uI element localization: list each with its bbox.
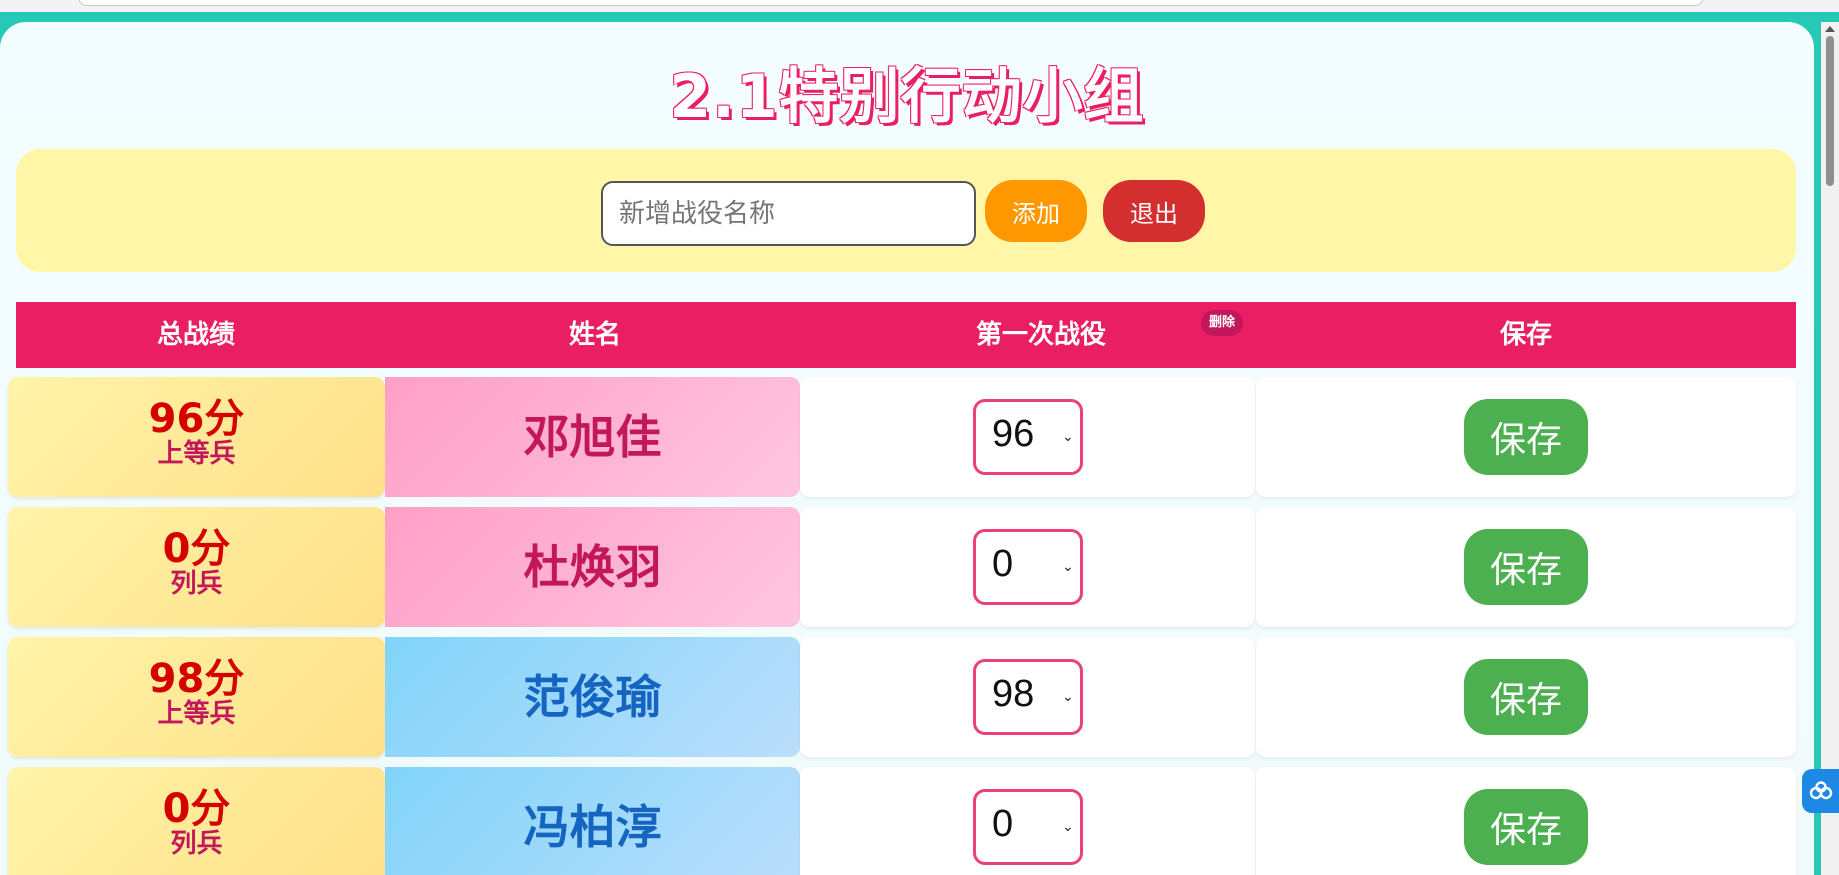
exit-button[interactable]: 退出 (1103, 180, 1205, 242)
save-cell: 保存 (1256, 637, 1796, 757)
chevron-down-icon: ⌄ (1062, 429, 1074, 445)
rank-label: 上等兵 (157, 699, 236, 729)
save-button[interactable]: 保存 (1464, 399, 1588, 475)
table-row: 0分 列兵 杜焕羽 0 ⌄ 保存 (0, 507, 1814, 627)
add-button[interactable]: 添加 (985, 180, 1087, 242)
table-header: 总战绩 姓名 第一次战役 保存 删除 (16, 302, 1796, 368)
delete-campaign-button[interactable]: 删除 (1201, 310, 1243, 336)
campaign-cell: 98 ⌄ (800, 637, 1255, 757)
total-cell: 98分 上等兵 (8, 637, 385, 757)
save-cell: 保存 (1256, 507, 1796, 627)
table-row: 0分 列兵 冯柏淳 0 ⌄ 保存 (0, 767, 1814, 875)
name-cell: 邓旭佳 (385, 377, 800, 497)
campaign-name-input[interactable] (601, 181, 976, 246)
table-row: 96分 上等兵 邓旭佳 96 ⌄ 保存 (0, 377, 1814, 497)
total-cell: 96分 上等兵 (8, 377, 385, 497)
save-cell: 保存 (1256, 767, 1796, 875)
name-cell: 冯柏淳 (385, 767, 800, 875)
rank-label: 列兵 (170, 829, 223, 859)
scrollbar-thumb[interactable] (1826, 36, 1834, 186)
campaign-cell: 0 ⌄ (800, 507, 1255, 627)
header-save: 保存 (1499, 320, 1552, 350)
header-name: 姓名 (568, 320, 621, 350)
address-bar[interactable] (78, 0, 1704, 6)
name-cell: 杜焕羽 (385, 507, 800, 627)
cloud-link-icon[interactable] (1802, 769, 1839, 813)
save-button[interactable]: 保存 (1464, 789, 1588, 865)
campaign-cell: 96 ⌄ (800, 377, 1255, 497)
toolbar: 添加 退出 (16, 149, 1796, 272)
total-cell: 0分 列兵 (8, 507, 385, 627)
chevron-down-icon: ⌄ (1062, 819, 1074, 835)
total-score: 98分 (148, 656, 245, 702)
rank-label: 列兵 (170, 569, 223, 599)
scroll-up-icon[interactable] (1825, 26, 1835, 32)
rank-label: 上等兵 (157, 439, 236, 469)
save-button[interactable]: 保存 (1464, 529, 1588, 605)
total-cell: 0分 列兵 (8, 767, 385, 875)
table-row: 98分 上等兵 范俊瑜 98 ⌄ 保存 (0, 637, 1814, 757)
save-cell: 保存 (1256, 377, 1796, 497)
total-score: 0分 (162, 526, 231, 572)
header-total: 总战绩 (156, 320, 235, 350)
campaign-cell: 0 ⌄ (800, 767, 1255, 875)
cloud-link-glyph (1809, 781, 1832, 800)
frame-band (0, 12, 1839, 22)
browser-top-strip (0, 0, 1839, 12)
total-score: 0分 (162, 786, 231, 832)
page-title: 2.1特别行动小组 (669, 62, 1145, 132)
save-button[interactable]: 保存 (1464, 659, 1588, 735)
vertical-scrollbar[interactable] (1821, 22, 1839, 875)
total-score: 96分 (148, 396, 245, 442)
chevron-down-icon: ⌄ (1062, 689, 1074, 705)
chevron-down-icon: ⌄ (1062, 559, 1074, 575)
name-cell: 范俊瑜 (385, 637, 800, 757)
